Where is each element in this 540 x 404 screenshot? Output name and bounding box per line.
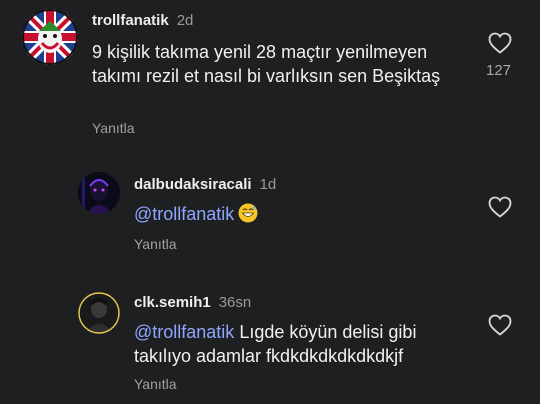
- avatar[interactable]: [78, 292, 120, 334]
- username-text[interactable]: dalbudaksiracali: [134, 176, 252, 193]
- heart-icon[interactable]: [488, 32, 512, 54]
- reply-button[interactable]: Yanıtla: [134, 376, 177, 392]
- like-count: 127: [486, 62, 512, 79]
- mention-link[interactable]: @trollfanatik: [134, 322, 234, 342]
- comment-text: @trollfanatik: [134, 202, 454, 226]
- comment-text: @trollfanatik Lıgde köyün delisi gibi ta…: [134, 320, 464, 368]
- heart-icon[interactable]: [488, 196, 512, 218]
- comment-text: 9 kişilik takıma yenil 28 maçtır yenilme…: [92, 42, 441, 86]
- reply-button[interactable]: Yanıtla: [92, 120, 135, 136]
- comment-time: 2d: [176, 12, 194, 29]
- comment-username[interactable]: dalbudaksiracali 1d: [134, 176, 276, 193]
- reply-item: dalbudaksiracali 1d @trollfanatik Yanıtla: [0, 160, 540, 260]
- mention-link[interactable]: @trollfanatik: [134, 204, 234, 224]
- avatar-image: [78, 172, 120, 214]
- reply-item: clk.semih1 36sn @trollfanatik Lıgde köyün…: [0, 280, 540, 404]
- comment-time: 36sn: [218, 294, 252, 311]
- reply-button[interactable]: Yanıtla: [134, 236, 177, 252]
- grinning-sweat-face-emoji: [238, 203, 258, 223]
- comment-time: 1d: [259, 176, 277, 193]
- username-text[interactable]: clk.semih1: [134, 294, 211, 311]
- username-text[interactable]: trollfanatik: [92, 12, 169, 29]
- union-jack-joker-avatar: [22, 9, 78, 65]
- comment-username[interactable]: clk.semih1 36sn: [134, 294, 251, 311]
- heart-icon[interactable]: [488, 314, 512, 336]
- avatar[interactable]: [22, 9, 78, 65]
- avatar[interactable]: [78, 172, 120, 214]
- avatar-image: [78, 292, 120, 334]
- comment-username[interactable]: trollfanatik 2d: [92, 12, 193, 29]
- comment-item: trollfanatik 2d 9 kişilik takıma yenil 28…: [0, 0, 540, 150]
